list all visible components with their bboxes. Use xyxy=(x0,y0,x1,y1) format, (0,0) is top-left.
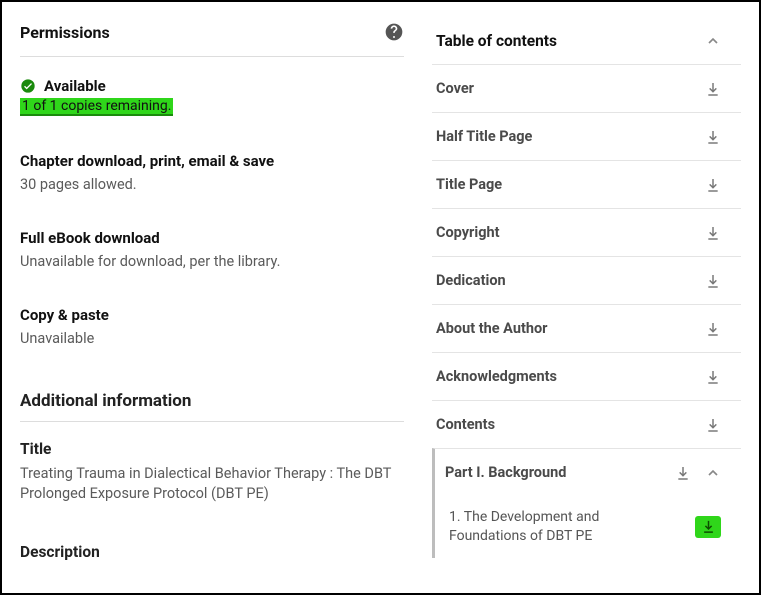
download-icon[interactable] xyxy=(705,129,721,145)
availability-row: Available xyxy=(20,77,404,95)
toc-item-label: Half Title Page xyxy=(436,128,532,145)
chevron-up-icon[interactable] xyxy=(705,33,721,49)
download-icon[interactable] xyxy=(705,81,721,97)
permissions-header: Permissions xyxy=(20,22,404,57)
toc-item[interactable]: Title Page xyxy=(432,160,741,208)
help-icon[interactable] xyxy=(384,22,404,42)
toc-item[interactable]: Half Title Page xyxy=(432,112,741,160)
permissions-heading: Permissions xyxy=(20,23,110,42)
copy-paste-detail: Unavailable xyxy=(20,330,404,347)
title-label: Title xyxy=(20,440,404,458)
toc-item[interactable]: Dedication xyxy=(432,256,741,304)
available-label: Available xyxy=(44,77,106,95)
toc-item-label: Title Page xyxy=(436,176,502,193)
full-ebook-section: Full eBook download Unavailable for down… xyxy=(20,229,404,270)
download-icon[interactable] xyxy=(705,177,721,193)
toc-item[interactable]: Cover xyxy=(432,64,741,112)
toc-item-label: Dedication xyxy=(436,272,506,289)
additional-info-heading: Additional information xyxy=(20,391,404,422)
title-block: Title Treating Trauma in Dialectical Beh… xyxy=(20,440,404,505)
chapter-download-heading: Chapter download, print, email & save xyxy=(20,152,404,170)
copies-remaining: 1 of 1 copies remaining. xyxy=(20,98,173,116)
check-circle-icon xyxy=(20,78,36,94)
toc-item[interactable]: Acknowledgments xyxy=(432,352,741,400)
toc-subitem[interactable]: 1. The Development and Foundations of DB… xyxy=(432,496,741,558)
toc-header: Table of contents xyxy=(432,14,741,64)
title-value: Treating Trauma in Dialectical Behavior … xyxy=(20,464,404,505)
toc-item-label: Acknowledgments xyxy=(436,368,557,385)
copy-paste-heading: Copy & paste xyxy=(20,306,404,324)
chapter-download-detail: 30 pages allowed. xyxy=(20,176,404,193)
full-ebook-detail: Unavailable for download, per the librar… xyxy=(20,253,404,270)
toc-subitem-label: 1. The Development and Foundations of DB… xyxy=(449,508,619,546)
toc-item[interactable]: Contents xyxy=(432,400,741,448)
download-icon[interactable] xyxy=(675,465,691,481)
full-ebook-heading: Full eBook download xyxy=(20,229,404,247)
chevron-up-icon[interactable] xyxy=(705,465,721,481)
copy-paste-section: Copy & paste Unavailable xyxy=(20,306,404,347)
toc-item-label: Contents xyxy=(436,416,495,433)
download-icon[interactable] xyxy=(705,369,721,385)
chapter-download-section: Chapter download, print, email & save 30… xyxy=(20,152,404,193)
toc-part-background[interactable]: Part I. Background xyxy=(432,448,741,496)
toc-part-label: Part I. Background xyxy=(445,464,566,481)
download-badge[interactable] xyxy=(695,516,721,538)
download-icon[interactable] xyxy=(705,273,721,289)
toc-item[interactable]: About the Author xyxy=(432,304,741,352)
download-icon xyxy=(701,519,716,534)
download-icon[interactable] xyxy=(705,321,721,337)
toc-item[interactable]: Copyright xyxy=(432,208,741,256)
download-icon[interactable] xyxy=(705,417,721,433)
toc-item-label: Cover xyxy=(436,80,474,97)
toc-heading: Table of contents xyxy=(436,32,557,50)
toc-item-label: About the Author xyxy=(436,320,547,337)
download-icon[interactable] xyxy=(705,225,721,241)
description-label: Description xyxy=(20,543,404,561)
toc-item-label: Copyright xyxy=(436,224,500,241)
